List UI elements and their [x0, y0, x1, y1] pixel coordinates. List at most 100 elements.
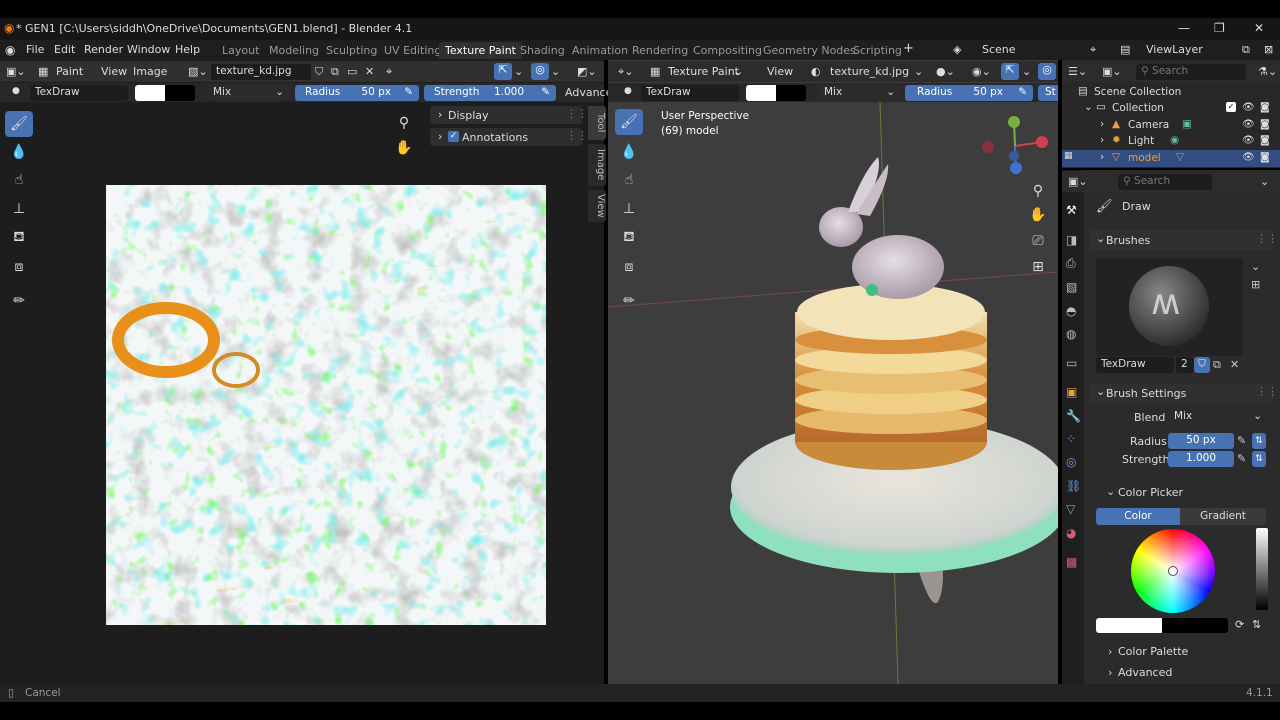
strength-slider[interactable]: 1.000	[1168, 451, 1234, 467]
tab-scripting[interactable]: Scripting	[847, 42, 908, 59]
secondary-color-swatch[interactable]	[1162, 618, 1228, 633]
data-tab-icon[interactable]: ▽	[1066, 502, 1075, 516]
blend-mode-select[interactable]: Mix ⌄	[1168, 409, 1268, 425]
tab-sculpting[interactable]: Sculpting	[320, 42, 383, 59]
tab-layout[interactable]: Layout	[216, 42, 265, 59]
gizmo-y-axis-icon[interactable]	[1008, 116, 1020, 128]
strength-slider[interactable]: St	[1038, 85, 1058, 101]
tab-view[interactable]: View	[588, 190, 606, 222]
camera-render-icon[interactable]: ◙	[1260, 102, 1270, 113]
blender-menu-icon[interactable]: ◉	[5, 43, 15, 57]
remove-viewlayer-icon[interactable]: ⊠	[1264, 43, 1273, 56]
texture-slot-select[interactable]: texture_kd.jpg	[830, 65, 909, 78]
chevron-down-icon[interactable]: ⌄	[1251, 260, 1260, 273]
view-layer-tab-icon[interactable]: ▧	[1066, 280, 1077, 294]
brush-name-field[interactable]: TexDraw	[30, 85, 128, 101]
fake-user-icon[interactable]: ⛉	[315, 65, 323, 79]
pin-icon[interactable]: ⌖	[1090, 43, 1096, 57]
scene-tab-icon[interactable]: ◓	[1066, 304, 1076, 318]
editor-type-icon[interactable]: ⌖⌄	[618, 65, 633, 79]
shading-dot-icon[interactable]: ●⌄	[936, 65, 955, 78]
color-wheel-cursor[interactable]	[1168, 566, 1178, 576]
camera-render-icon[interactable]: ◙	[1260, 152, 1270, 163]
clone-tool[interactable]: ⊥	[5, 196, 33, 222]
fill-tool[interactable]: ⛾	[5, 225, 33, 251]
eye-icon[interactable]: 👁	[1242, 152, 1255, 163]
overlay-icon[interactable]: ◎	[1038, 63, 1056, 80]
tab-uv-editing[interactable]: UV Editing	[378, 42, 447, 59]
drag-handle-icon[interactable]: ⋮⋮	[1256, 232, 1278, 245]
blend-mode-select[interactable]: Mix ⌄	[207, 85, 290, 101]
tab-animation[interactable]: Animation	[566, 42, 634, 59]
color-wheel[interactable]	[1131, 529, 1215, 613]
primary-color-swatch[interactable]	[1096, 618, 1162, 633]
tab-modeling[interactable]: Modeling	[263, 42, 325, 59]
fake-user-shield-icon[interactable]: ⛉	[1194, 357, 1210, 373]
color-palette-title[interactable]: Color Palette	[1118, 645, 1188, 658]
editor-type-icon[interactable]: ☰⌄	[1068, 65, 1087, 78]
eye-icon[interactable]: 👁	[1242, 135, 1255, 146]
texture-canvas[interactable]	[106, 185, 546, 625]
scene-name[interactable]: Scene	[982, 43, 1016, 56]
collection-tab-icon[interactable]: ▭	[1066, 356, 1077, 370]
overlay-icon[interactable]: ◎	[531, 63, 549, 80]
outliner-row-collection[interactable]: ⌄ ▭ Collection ✓ 👁 ◙	[1062, 100, 1280, 117]
editor-type-icon[interactable]: ▣⌄	[6, 65, 26, 78]
tab-compositing[interactable]: Compositing	[687, 42, 768, 59]
menu-help[interactable]: Help	[175, 43, 200, 56]
unified-color-icon[interactable]: ⇅	[1252, 618, 1261, 631]
menu-view[interactable]: View	[767, 65, 793, 78]
drag-handle-icon[interactable]: ⋮⋮	[566, 107, 588, 120]
display-mode-icon[interactable]: ▣⌄	[1102, 65, 1122, 78]
pen-pressure-icon[interactable]: ✎	[541, 86, 550, 98]
minimize-icon[interactable]: —	[1178, 21, 1190, 35]
gizmo-icon[interactable]: ⇱	[1001, 63, 1019, 80]
blend-mode-select[interactable]: Mix ⌄	[818, 85, 901, 101]
menu-render[interactable]: Render	[84, 43, 123, 56]
brushes-panel-header[interactable]: ⌄ Brushes ⋮⋮	[1090, 230, 1278, 250]
gizmo-z-axis-icon[interactable]	[1010, 162, 1022, 174]
pin-icon[interactable]: ⌖	[386, 65, 392, 79]
color-tab[interactable]: Color	[1096, 508, 1180, 525]
uv-sync-icon[interactable]: ⇱	[494, 63, 512, 80]
add-workspace-icon[interactable]: +	[903, 41, 914, 56]
brush-name-field[interactable]: TexDraw	[1096, 357, 1174, 373]
swap-colors-icon[interactable]: ⟳	[1235, 618, 1244, 631]
visibility-icon[interactable]: ◉⌄	[972, 65, 991, 78]
unified-strength-icon[interactable]: ⇅	[1252, 451, 1266, 467]
material-tab-icon[interactable]: ◕	[1066, 526, 1076, 540]
soften-tool[interactable]: 💧	[5, 139, 33, 165]
drag-handle-icon[interactable]: ⋮⋮	[566, 129, 588, 142]
output-tab-icon[interactable]: ⎙	[1066, 256, 1076, 271]
brush-name-field[interactable]: TexDraw	[641, 85, 739, 101]
chevron-down-icon[interactable]: ⌄	[1106, 485, 1115, 498]
draw-tool[interactable]: 🖌	[5, 111, 33, 137]
annotations-panel[interactable]: › ✓ Annotations ⋮⋮	[430, 128, 588, 146]
display-channels-icon[interactable]: ◩⌄	[577, 65, 597, 78]
secondary-color-swatch[interactable]	[776, 85, 806, 101]
maximize-icon[interactable]: ❐	[1214, 21, 1225, 35]
menu-image[interactable]: Image	[133, 65, 167, 78]
tab-image[interactable]: Image	[588, 144, 606, 186]
menu-file[interactable]: File	[26, 43, 44, 56]
filter-icon[interactable]: ⚗⌄	[1258, 65, 1277, 78]
open-image-icon[interactable]: ▭	[347, 65, 357, 78]
drag-handle-icon[interactable]: ▦	[1064, 151, 1073, 161]
new-image-icon[interactable]: ⧉	[331, 65, 339, 79]
strength-slider[interactable]: Strength 1.000 ✎	[424, 85, 556, 101]
annotate-tool[interactable]: ✏	[5, 288, 33, 314]
brush-browse-icon[interactable]: ⊞	[1251, 278, 1260, 291]
smear-tool[interactable]: ☝	[5, 167, 33, 193]
tab-texture-paint[interactable]: Texture Paint	[439, 42, 522, 59]
drag-handle-icon[interactable]: ⋮⋮	[1256, 385, 1278, 398]
chevron-down-icon[interactable]: ⌄	[1260, 175, 1269, 188]
outliner-row-light[interactable]: › ✹ Light ◉ 👁 ◙	[1062, 133, 1280, 150]
duplicate-icon[interactable]: ⧉	[1213, 358, 1221, 372]
tool-tab-icon[interactable]: ⚒	[1066, 203, 1077, 217]
mode-select[interactable]: Paint	[56, 65, 83, 78]
properties-search-input[interactable]: ⚲ Search	[1118, 174, 1212, 190]
primary-color-swatch[interactable]	[135, 85, 165, 101]
outliner-row-camera[interactable]: › ▲ Camera ▣ 👁 ◙	[1062, 117, 1280, 134]
tab-tool[interactable]: Tool	[588, 106, 606, 140]
mask-tool[interactable]: ⧈	[5, 254, 33, 280]
